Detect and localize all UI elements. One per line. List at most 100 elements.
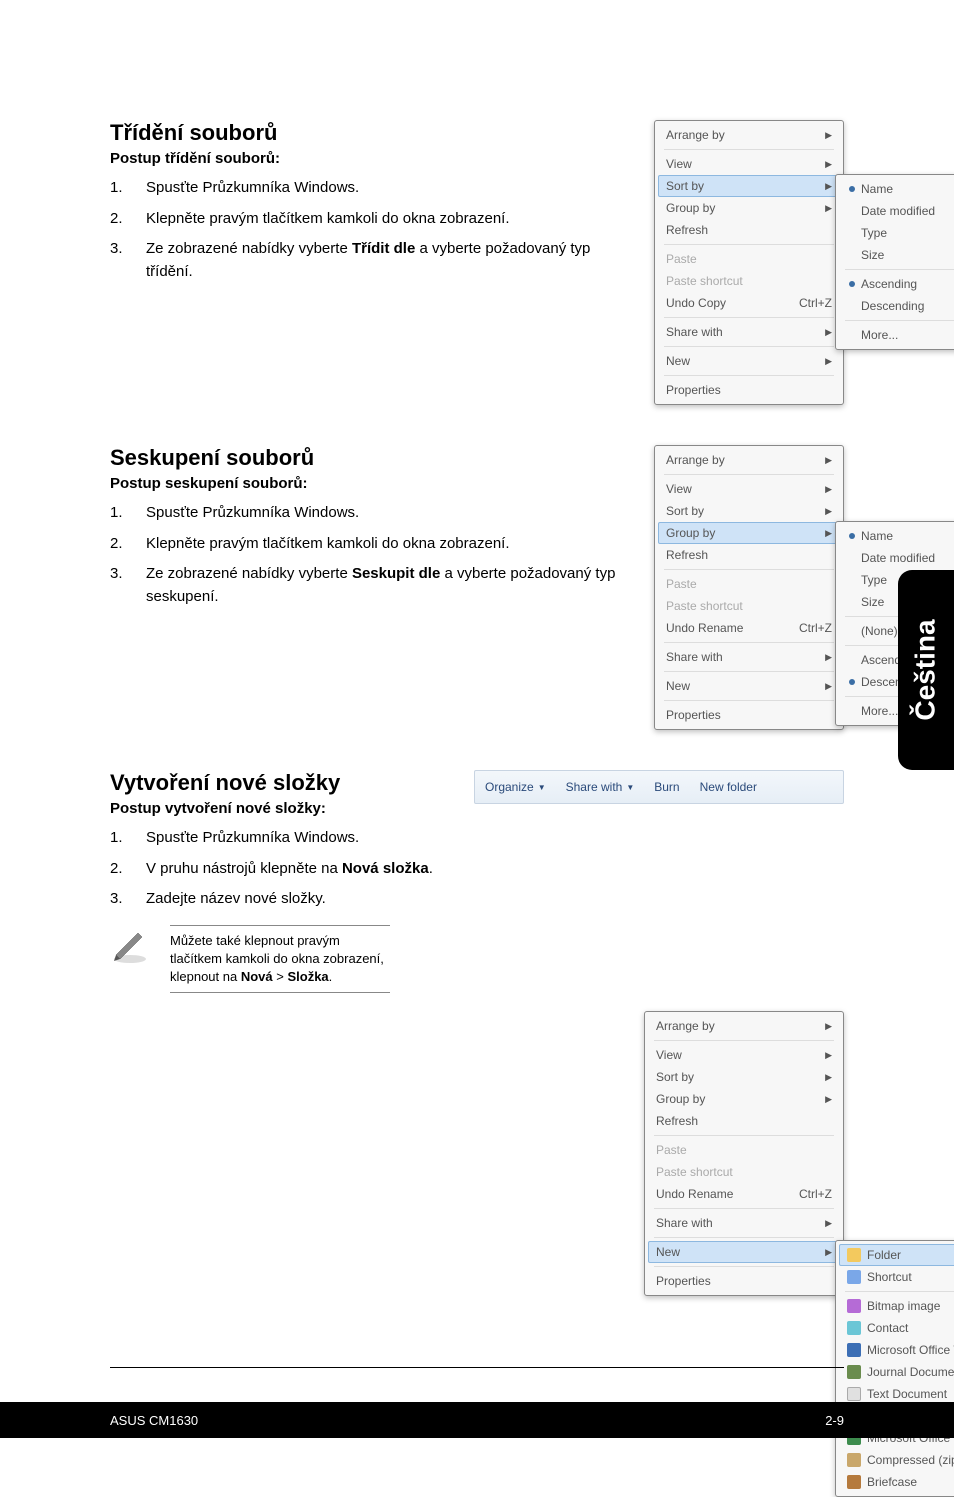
text-icon (847, 1387, 861, 1401)
ctx3-refresh[interactable]: Refresh (648, 1110, 840, 1132)
ctx2-refresh[interactable]: Refresh (658, 544, 840, 566)
new-journal[interactable]: Journal Document (839, 1361, 954, 1383)
chevron-right-icon: ▶ (825, 1050, 832, 1061)
bullet-icon (849, 533, 855, 539)
ctx2-group-name[interactable]: Name (839, 525, 954, 547)
ctx3-paste: Paste (648, 1139, 840, 1161)
ctx-sort-submenu: Name Date modified Type Size Ascending D… (835, 174, 954, 350)
section3-subtitle: Postup vytvoření nové složky: (110, 800, 454, 817)
ctx-sort-by[interactable]: Sort by▶ Name Date modified Type Size As… (658, 175, 840, 197)
section1-steps: 1.Spusťte Průzkumníka Windows. 2.Klepnět… (110, 177, 634, 283)
footer-right: 2-9 (825, 1413, 844, 1428)
section3-note: Můžete také klepnout pravým tlačítkem ka… (170, 925, 390, 994)
shortcut-icon (847, 1270, 861, 1284)
toolbar-burn[interactable]: Burn (654, 780, 679, 794)
s2-step2-text: Klepněte pravým tlačítkem kamkoli do okn… (146, 533, 634, 556)
section3-title: Vytvoření nové složky (110, 770, 454, 796)
new-zip-folder[interactable]: Compressed (zipped) Folder (839, 1449, 954, 1471)
new-briefcase[interactable]: Briefcase (839, 1471, 954, 1493)
ctx2-share-with[interactable]: Share with▶ (658, 646, 840, 668)
new-contact[interactable]: Contact (839, 1317, 954, 1339)
caret-down-icon: ▼ (538, 783, 546, 792)
s1-step2-num: 2. (110, 208, 146, 231)
ctx-view[interactable]: View▶ (658, 153, 840, 175)
s1-step2-text: Klepněte pravým tlačítkem kamkoli do okn… (146, 208, 634, 231)
ctx3-view[interactable]: View▶ (648, 1044, 840, 1066)
chevron-right-icon: ▶ (825, 159, 832, 170)
ctx-sort-name[interactable]: Name (839, 178, 954, 200)
ctx-group-by[interactable]: Group by▶ (658, 197, 840, 219)
chevron-right-icon: ▶ (825, 327, 832, 338)
ctx3-undo-rename[interactable]: Undo RenameCtrl+Z (648, 1183, 840, 1205)
ctx-sort-size[interactable]: Size (839, 244, 954, 266)
ctx-new[interactable]: New▶ (658, 350, 840, 372)
section1-title: Třídění souborů (110, 120, 634, 146)
s2-step1-text: Spusťte Průzkumníka Windows. (146, 502, 634, 525)
ctx-arrange-by[interactable]: Arrange by▶ (658, 124, 840, 146)
context-menu-group: Arrange by▶ View▶ Sort by▶ Group by▶ Nam… (654, 445, 844, 730)
bullet-icon (849, 281, 855, 287)
ctx-sort-more[interactable]: More... (839, 324, 954, 346)
chevron-right-icon: ▶ (825, 528, 832, 539)
new-folder[interactable]: Folder (839, 1244, 954, 1266)
ctx3-properties[interactable]: Properties (648, 1270, 840, 1292)
footer-divider (110, 1367, 844, 1368)
s3-step3-num: 3. (110, 888, 146, 911)
section3-steps: 1.Spusťte Průzkumníka Windows. 2.V pruhu… (110, 827, 454, 911)
ctx-sort-type[interactable]: Type (839, 222, 954, 244)
s3-step1-text: Spusťte Průzkumníka Windows. (146, 827, 454, 850)
ctx-refresh[interactable]: Refresh (658, 219, 840, 241)
s1-step1-text: Spusťte Průzkumníka Windows. (146, 177, 634, 200)
ctx-share-with[interactable]: Share with▶ (658, 321, 840, 343)
footer-left: ASUS CM1630 (110, 1413, 198, 1428)
chevron-right-icon: ▶ (825, 652, 832, 663)
ctx3-new[interactable]: New▶ Folder Shortcut Bitmap image Contac… (648, 1241, 840, 1263)
ctx2-new[interactable]: New▶ (658, 675, 840, 697)
s2-step3-text: Ze zobrazené nabídky vyberte Seskupit dl… (146, 563, 634, 608)
explorer-toolbar: Organize ▼ Share with ▼ Burn New folder (474, 770, 844, 804)
toolbar-organize[interactable]: Organize ▼ (485, 780, 546, 794)
chevron-right-icon: ▶ (825, 1218, 832, 1229)
ctx-sort-asc[interactable]: Ascending (839, 273, 954, 295)
ctx-undo-copy[interactable]: Undo CopyCtrl+Z (658, 292, 840, 314)
s3-step1-num: 1. (110, 827, 146, 850)
s3-step3-text: Zadejte název nové složky. (146, 888, 454, 911)
new-shortcut[interactable]: Shortcut (839, 1266, 954, 1288)
ctx-paste-shortcut: Paste shortcut (658, 270, 840, 292)
ctx2-arrange-by[interactable]: Arrange by▶ (658, 449, 840, 471)
s1-step1-num: 1. (110, 177, 146, 200)
chevron-right-icon: ▶ (825, 681, 832, 692)
contact-icon (847, 1321, 861, 1335)
ctx-sort-date[interactable]: Date modified (839, 200, 954, 222)
ctx3-sort-by[interactable]: Sort by▶ (648, 1066, 840, 1088)
ctx2-undo-rename[interactable]: Undo RenameCtrl+Z (658, 617, 840, 639)
folder-icon (847, 1248, 861, 1262)
s1-step3-num: 3. (110, 238, 146, 283)
ctx2-properties[interactable]: Properties (658, 704, 840, 726)
zip-icon (847, 1453, 861, 1467)
ctx2-group-date[interactable]: Date modified (839, 547, 954, 569)
briefcase-icon (847, 1475, 861, 1489)
ctx3-group-by[interactable]: Group by▶ (648, 1088, 840, 1110)
page-footer: ASUS CM1630 2-9 (0, 1402, 954, 1438)
ctx3-share-with[interactable]: Share with▶ (648, 1212, 840, 1234)
ctx-paste: Paste (658, 248, 840, 270)
ctx2-sort-by[interactable]: Sort by▶ (658, 500, 840, 522)
new-bitmap[interactable]: Bitmap image (839, 1295, 954, 1317)
caret-down-icon: ▼ (626, 783, 634, 792)
ctx-sort-desc[interactable]: Descending (839, 295, 954, 317)
ctx3-arrange-by[interactable]: Arrange by▶ (648, 1015, 840, 1037)
toolbar-new-folder[interactable]: New folder (700, 780, 757, 794)
section1-subtitle: Postup třídění souborů: (110, 150, 634, 167)
s1-step3-text: Ze zobrazené nabídky vyberte Třídit dle … (146, 238, 634, 283)
pencil-icon (110, 925, 150, 965)
chevron-right-icon: ▶ (825, 130, 832, 141)
chevron-right-icon: ▶ (825, 203, 832, 214)
chevron-right-icon: ▶ (825, 1094, 832, 1105)
ctx2-view[interactable]: View▶ (658, 478, 840, 500)
ctx2-group-by[interactable]: Group by▶ Name Date modified Type Size (… (658, 522, 840, 544)
ctx-properties[interactable]: Properties (658, 379, 840, 401)
new-word-doc[interactable]: Microsoft Office Word Document (839, 1339, 954, 1361)
toolbar-share-with[interactable]: Share with ▼ (566, 780, 635, 794)
ctx3-paste-shortcut: Paste shortcut (648, 1161, 840, 1183)
